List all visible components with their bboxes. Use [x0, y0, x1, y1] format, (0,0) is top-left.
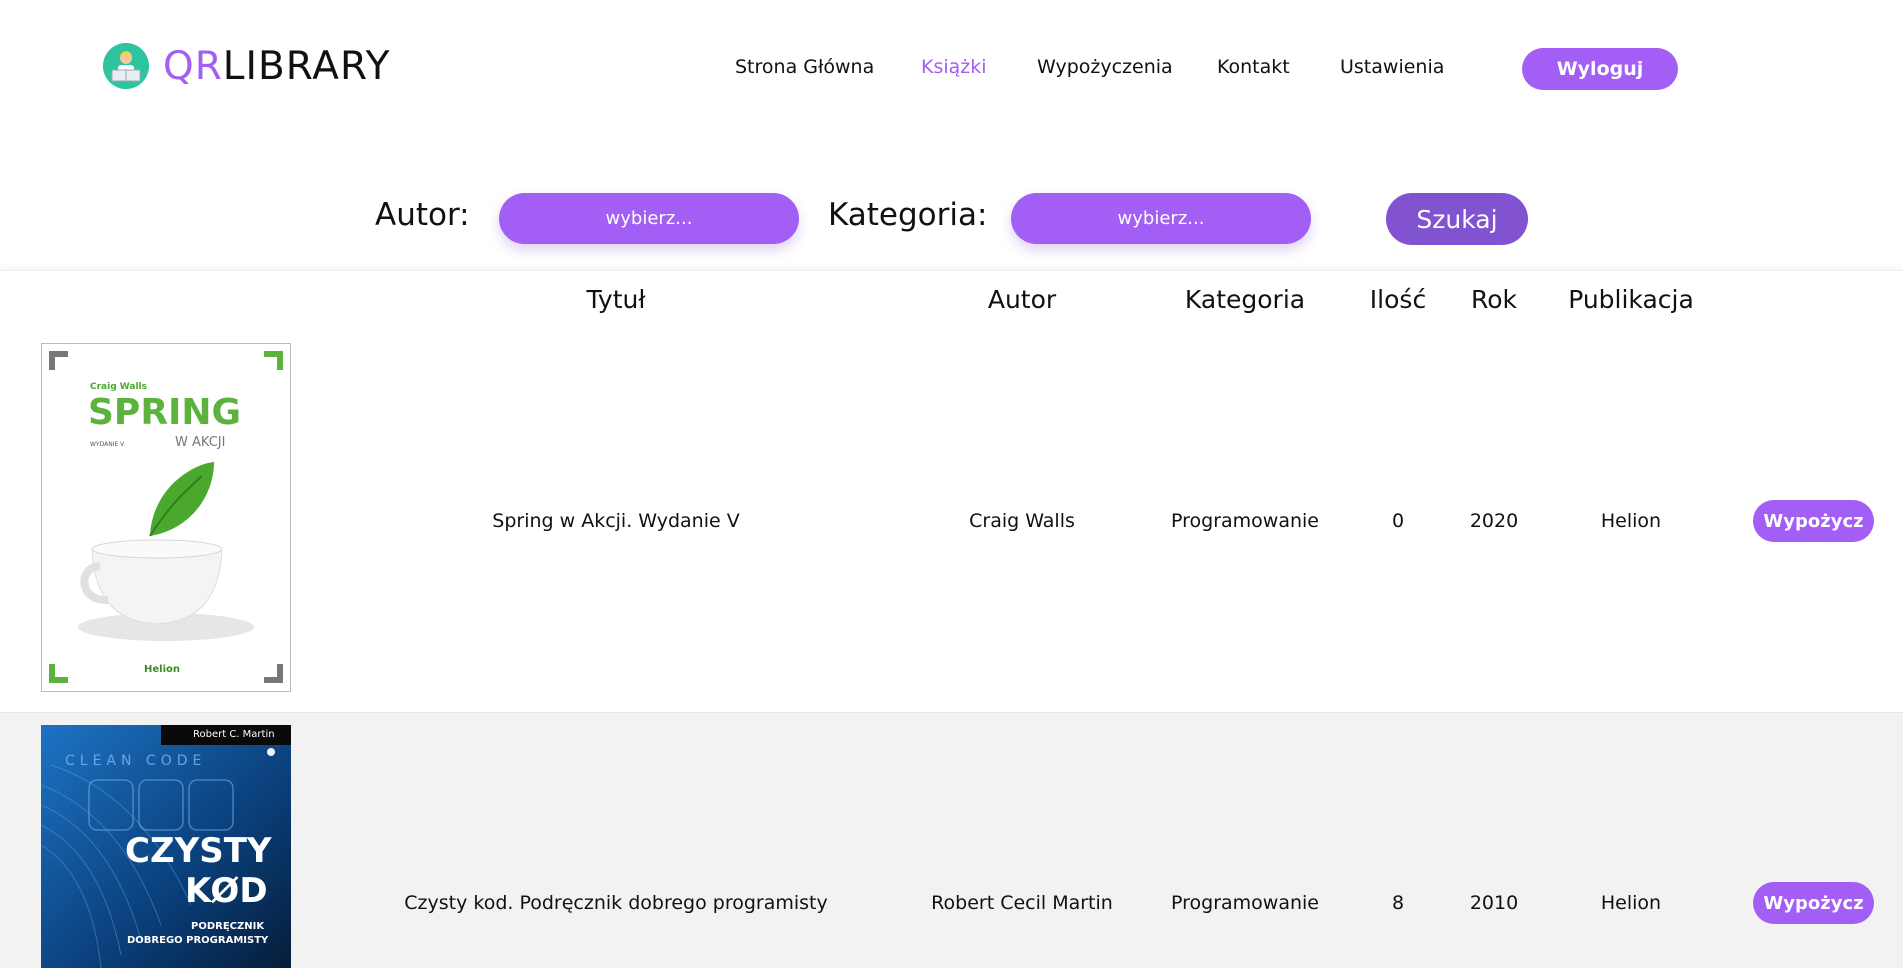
cell-author: Craig Walls: [969, 510, 1075, 532]
author-filter-label: Autor:: [375, 197, 470, 233]
cell-title: Czysty kod. Podręcznik dobrego programis…: [404, 892, 828, 914]
logo[interactable]: QRLIBRARY: [103, 43, 390, 89]
cover-publisher: Helion: [144, 664, 180, 675]
book-cover: Robert C. Martin CLEAN CODE CZYSTY KØD P…: [41, 725, 291, 968]
cell-category: Programowanie: [1171, 510, 1319, 532]
cover-author: Craig Walls: [90, 382, 147, 392]
table-row: Craig Walls SPRING W AKCJI WYDANIE V Hel…: [0, 331, 1903, 713]
category-filter-label: Kategoria:: [828, 197, 988, 233]
column-header-year: Rok: [1470, 285, 1518, 314]
nav-item-books[interactable]: Książki: [921, 56, 987, 78]
table-row: Robert C. Martin CLEAN CODE CZYSTY KØD P…: [0, 713, 1903, 968]
cover-author: Robert C. Martin: [193, 729, 275, 740]
cover-title-line1: CZYSTY: [125, 831, 272, 871]
cell-quantity: 0: [1391, 510, 1405, 532]
column-header-category: Kategoria: [1184, 285, 1306, 314]
search-button[interactable]: Szukaj: [1386, 193, 1528, 245]
nav-item-settings[interactable]: Ustawienia: [1340, 56, 1444, 78]
cell-title: Spring w Akcji. Wydanie V: [492, 510, 740, 532]
library-reader-icon: [103, 43, 149, 89]
column-header-author: Autor: [987, 285, 1057, 314]
cover-subtitle-line2: DOBREGO PROGRAMISTY: [127, 935, 269, 946]
cell-publisher: Helion: [1600, 510, 1662, 532]
rent-button[interactable]: Wypożycz: [1753, 500, 1874, 542]
nav-item-rentals[interactable]: Wypożyczenia: [1037, 56, 1173, 78]
cover-title: SPRING: [88, 392, 242, 433]
column-header-publisher: Publikacja: [1568, 285, 1694, 314]
column-header-title: Tytuł: [586, 285, 646, 314]
cell-quantity: 8: [1391, 892, 1405, 914]
cell-year: 2020: [1469, 510, 1519, 532]
nav-item-contact[interactable]: Kontakt: [1217, 56, 1290, 78]
cell-year: 2010: [1469, 892, 1519, 914]
nav-item-home[interactable]: Strona Główna: [735, 56, 874, 78]
top-header: QRLIBRARY Strona Główna Książki Wypożycz…: [0, 0, 1903, 130]
author-select[interactable]: wybierz...: [499, 193, 799, 244]
cover-subtitle: W AKCJI: [175, 435, 226, 450]
logo-library: LIBRARY: [222, 43, 391, 89]
logo-qr: QR: [163, 43, 223, 89]
category-select[interactable]: wybierz...: [1011, 193, 1311, 244]
cell-publisher: Helion: [1600, 892, 1662, 914]
cell-category: Programowanie: [1171, 892, 1319, 914]
table-header: Tytuł Autor Kategoria Ilość Rok Publikac…: [0, 270, 1903, 332]
column-header-quantity: Ilość: [1369, 285, 1427, 314]
cover-bg-text: CLEAN CODE: [65, 753, 207, 769]
logout-button[interactable]: Wyloguj: [1522, 48, 1678, 90]
rent-button[interactable]: Wypożycz: [1753, 882, 1874, 924]
logo-text: QRLIBRARY: [163, 44, 390, 89]
cover-title-line2: KØD: [185, 871, 268, 911]
cover-edition: WYDANIE V: [90, 441, 125, 448]
cell-author: Robert Cecil Martin: [931, 892, 1113, 914]
cover-subtitle-line1: PODRĘCZNIK: [191, 921, 265, 932]
book-cover: Craig Walls SPRING W AKCJI WYDANIE V Hel…: [41, 343, 291, 692]
